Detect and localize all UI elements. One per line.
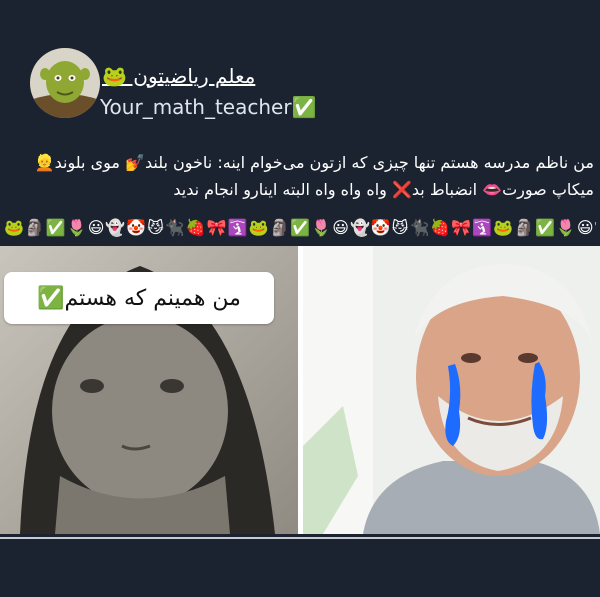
post-caption: من ناظم مدرسه هستم تنها چیزی که ازتون می… [34, 153, 594, 199]
meme-left-panel: من همینم که هستم✅ [0, 246, 298, 534]
ogre-avatar-icon [30, 48, 100, 118]
divider-line [0, 537, 600, 539]
channel-name[interactable]: معلم ریاضیتون 🐸 [102, 64, 255, 88]
channel-avatar[interactable] [30, 48, 100, 118]
meme-image: من همینم که هستم✅ [0, 246, 600, 534]
emoji-divider: 🐸🗿✅🌷😃👻🤡😼🐈‍⬛🍓🎀🛐🐸🗿✅🌷😃👻🤡😼🐈‍⬛🍓🎀🛐🐸🗿✅🌷😃👻🤡😼🐈‍⬛🍓… [4, 218, 596, 237]
channel-handle: Your_math_teacher✅ [100, 95, 317, 119]
meme-right-panel [303, 246, 600, 534]
crying-old-man-photo-icon [303, 246, 600, 534]
meme-caption-bubble: من همینم که هستم✅ [4, 272, 274, 324]
channel-header: معلم ریاضیتون 🐸 Your_math_teacher✅ [30, 48, 570, 119]
